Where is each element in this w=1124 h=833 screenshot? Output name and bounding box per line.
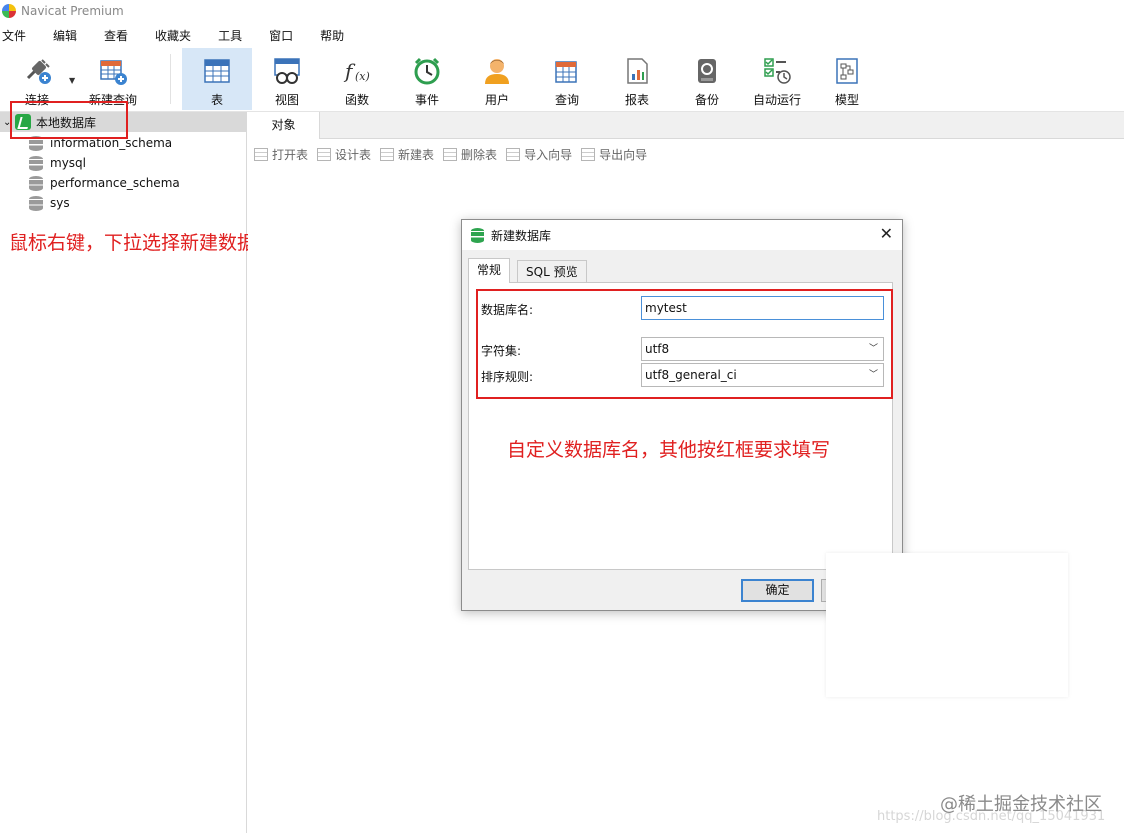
menu-window[interactable]: 窗口	[269, 27, 293, 44]
watermark: @稀土掘金技术社区	[940, 794, 1102, 815]
annotation-highlight-connection	[10, 101, 128, 139]
object-toolbar: 打开表 设计表 新建表 删除表 导入向导 导出向导	[248, 139, 1124, 169]
event-label: 事件	[414, 93, 439, 107]
menu-file[interactable]: 文件	[2, 27, 26, 44]
svg-text:(x): (x)	[355, 70, 370, 83]
table-label: 表	[210, 93, 223, 107]
database-icon	[29, 175, 43, 191]
delete-table-label: 删除表	[461, 147, 498, 162]
view-label: 视图	[274, 93, 299, 107]
view-button[interactable]: 视图	[256, 48, 318, 110]
menu-bar: 文件 编辑 查看 收藏夹 工具 窗口 帮助	[0, 24, 1124, 46]
delete-table-button[interactable]: 删除表	[443, 146, 497, 163]
db-label: mysql	[50, 156, 86, 170]
db-label: sys	[50, 196, 70, 210]
tree-db-sys[interactable]: sys	[29, 193, 70, 213]
user-label: 用户	[484, 93, 509, 107]
open-table-icon	[254, 147, 268, 161]
model-label: 模型	[834, 93, 859, 107]
report-icon	[627, 58, 648, 84]
dialog-title-bar[interactable]: 新建数据库 ✕	[462, 220, 902, 250]
autorun-label: 自动运行	[752, 93, 801, 107]
user-icon	[485, 59, 509, 84]
menu-edit[interactable]: 编辑	[53, 27, 77, 44]
export-wizard-icon	[581, 147, 596, 161]
report-button[interactable]: 报表	[606, 48, 668, 110]
function-button[interactable]: f (x) 函数	[326, 48, 388, 110]
annotation-left-text: 鼠标右键，下拉选择新建数据库	[9, 232, 276, 254]
design-table-button[interactable]: 设计表	[317, 146, 371, 163]
connect-dropdown-icon[interactable]: ▼	[69, 76, 75, 85]
query-button[interactable]: 查询	[536, 48, 598, 110]
tree-db-performance-schema[interactable]: performance_schema	[29, 173, 180, 193]
window-title: Navicat Premium	[21, 4, 124, 18]
autorun-icon	[764, 58, 791, 84]
import-wizard-icon	[506, 147, 521, 161]
new-table-button[interactable]: 新建表	[380, 146, 434, 163]
database-icon	[29, 155, 43, 171]
export-wizard-button[interactable]: 导出向导	[581, 146, 647, 163]
main-toolbar: 连接 ▼ 新建查询 表 视图 f (x) 函数 事件 用户 查询 报表 备份 自…	[0, 48, 1124, 112]
report-label: 报表	[624, 93, 649, 107]
table-icon	[204, 59, 230, 83]
table-button[interactable]: 表	[182, 48, 252, 110]
delete-table-icon	[443, 147, 458, 161]
model-button[interactable]: 模型	[816, 48, 878, 110]
plug-icon	[26, 59, 51, 84]
new-table-label: 新建表	[398, 147, 435, 162]
function-label: 函数	[344, 93, 369, 107]
autorun-button[interactable]: 自动运行	[746, 48, 808, 110]
menu-favorites[interactable]: 收藏夹	[155, 27, 191, 44]
close-icon[interactable]: ✕	[880, 224, 893, 243]
tab-sql-preview[interactable]: SQL 预览	[517, 260, 587, 283]
new-query-icon	[100, 60, 127, 85]
design-table-icon	[317, 147, 332, 161]
database-icon	[29, 195, 43, 211]
design-table-label: 设计表	[335, 147, 372, 162]
backup-button[interactable]: 备份	[676, 48, 738, 110]
navicat-logo-icon	[2, 4, 16, 18]
view-icon	[274, 58, 300, 84]
menu-help[interactable]: 帮助	[320, 27, 344, 44]
menu-tools[interactable]: 工具	[218, 27, 242, 44]
backup-label: 备份	[694, 93, 719, 107]
annotation-dialog-text: 自定义数据库名，其他按红框要求填写	[507, 439, 831, 461]
backup-icon	[698, 59, 716, 83]
import-wizard-label: 导入向导	[524, 147, 573, 162]
title-bar: Navicat Premium	[0, 0, 1124, 22]
toolbar-separator	[170, 54, 171, 104]
open-table-label: 打开表	[272, 147, 309, 162]
function-icon: f (x)	[343, 59, 370, 83]
database-icon	[471, 227, 484, 243]
open-table-button[interactable]: 打开表	[254, 146, 308, 163]
query-icon	[555, 61, 577, 83]
db-label: performance_schema	[50, 176, 180, 190]
ok-button[interactable]: 确定	[741, 579, 814, 602]
alarm-clock-icon	[414, 57, 440, 85]
tab-general[interactable]: 常规	[468, 258, 511, 283]
tree-db-mysql[interactable]: mysql	[29, 153, 86, 173]
dialog-title: 新建数据库	[491, 228, 552, 243]
overlay-box	[826, 553, 1068, 697]
new-table-icon	[380, 147, 395, 161]
export-wizard-label: 导出向导	[599, 147, 648, 162]
connection-tree: ⌄ 本地数据库 information_schema mysql perform…	[0, 112, 247, 833]
import-wizard-button[interactable]: 导入向导	[506, 146, 572, 163]
event-button[interactable]: 事件	[396, 48, 458, 110]
annotation-highlight-fields	[476, 289, 893, 399]
query-label: 查询	[554, 93, 579, 107]
model-icon	[836, 58, 858, 84]
menu-view[interactable]: 查看	[104, 27, 128, 44]
tab-strip: 对象	[248, 112, 1124, 139]
user-button[interactable]: 用户	[466, 48, 528, 110]
tab-objects[interactable]: 对象	[248, 112, 320, 139]
